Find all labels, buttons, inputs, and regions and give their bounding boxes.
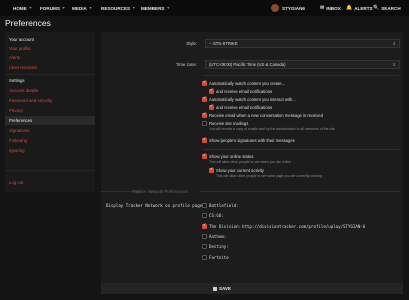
anthem-checkbox[interactable]: [202, 234, 207, 239]
account-sidebar: Your account Your profile Alerts Likes r…: [5, 32, 95, 192]
nav-forums-label: FORUMS: [40, 5, 60, 11]
timezone-select-value: (UTC-08:00) Pacific Time (US & Canada): [209, 62, 286, 67]
nav-media[interactable]: MEDIA ▼: [72, 0, 92, 16]
timezone-label: Time zone:: [175, 62, 197, 67]
conversation-email-checkbox[interactable]: [202, 111, 207, 118]
current-activity-hint: This will allow other people to see what…: [216, 174, 323, 178]
site-mailings-label: Receive site mailings: [209, 121, 249, 126]
watch-interacted-checkbox[interactable]: [202, 95, 207, 102]
sidebar-heading-your-account: Your account: [9, 37, 34, 42]
divider: [200, 191, 400, 192]
watch-interacted-email-label: and receive email notifications: [216, 105, 273, 110]
watch-created-label: Automatically watch content you create..…: [209, 81, 286, 86]
nav-resources[interactable]: RESOURCES ▼: [101, 0, 136, 16]
tracker-display-label: Display Tracker Network on profile page:: [106, 203, 205, 208]
nav-alerts-label: ALERTS: [354, 5, 373, 11]
show-signatures-label: Show people's signatures with their mess…: [209, 138, 295, 143]
user-menu[interactable]: STYGIAN6: [271, 0, 305, 16]
save-button-label: SAVE: [219, 286, 231, 291]
csgo-label: CS:GO:: [209, 213, 224, 218]
sidebar-item-account-details[interactable]: Account details: [5, 86, 95, 95]
fortnite-checkbox[interactable]: [202, 255, 207, 260]
nav-search-label: SEARCH: [381, 5, 401, 11]
chevron-down-icon: ▼: [132, 6, 136, 10]
nav-home-label: HOME: [13, 5, 27, 11]
division-label: The Division:: [209, 224, 242, 229]
sidebar-divider: [5, 74, 95, 75]
sidebar-item-your-profile[interactable]: Your profile: [5, 44, 95, 53]
chevron-down-icon: ▼: [61, 6, 66, 10]
watch-interacted-label: Automatically watch content you interact…: [209, 97, 296, 102]
style-label: Style:: [186, 41, 197, 46]
sidebar-item-alerts[interactable]: Alerts: [5, 53, 95, 62]
tracker-section-title: Tracker Network Preferences: [132, 189, 188, 194]
style-select-value: -- STS-STRIKE: [209, 41, 238, 46]
sidebar-item-ignoring[interactable]: Ignoring: [5, 146, 95, 155]
nav-inbox-label: INBOX: [326, 5, 341, 11]
form-footer: [101, 283, 403, 294]
division-checkbox[interactable]: [202, 222, 207, 229]
destiny-label: Destiny:: [209, 244, 229, 249]
chevron-down-icon: ▼: [28, 6, 33, 10]
division-profile-url[interactable]: http://divisiontracker.com/profile/uplay…: [242, 224, 365, 229]
save-icon: [213, 286, 217, 291]
divider: [203, 75, 399, 76]
nav-search[interactable]: 🔍 SEARCH: [373, 0, 401, 16]
online-status-label: Show your online status: [209, 154, 254, 159]
battlefield-checkbox[interactable]: [202, 203, 207, 208]
sidebar-item-preferences[interactable]: Preferences: [5, 116, 95, 125]
nav-members-label: MEMBERS: [141, 5, 165, 11]
chevron-down-icon: ▼: [88, 6, 93, 10]
bell-icon: 🔔: [346, 5, 353, 11]
watch-created-email-label: and receive email notifications: [216, 89, 273, 94]
watch-interacted-email-checkbox[interactable]: [209, 103, 214, 110]
current-activity-label: Show your current activity: [216, 168, 264, 173]
nav-media-label: MEDIA: [72, 5, 87, 11]
timezone-select[interactable]: (UTC-08:00) Pacific Time (US & Canada) ⇕: [205, 60, 400, 69]
csgo-checkbox[interactable]: [202, 213, 207, 218]
sidebar-item-likes-received[interactable]: Likes received: [5, 63, 95, 72]
fortnite-label: Fortnite: [209, 255, 229, 260]
sidebar-item-following[interactable]: Following: [5, 136, 95, 145]
nav-home[interactable]: HOME ▼: [13, 0, 32, 16]
current-activity-checkbox[interactable]: [209, 166, 214, 173]
user-name: STYGIAN6: [282, 5, 305, 11]
search-icon: 🔍: [373, 5, 380, 11]
online-status-hint: This will allow other people to see when…: [209, 160, 292, 164]
destiny-checkbox[interactable]: [202, 244, 207, 249]
save-button[interactable]: SAVE: [213, 286, 231, 291]
nav-inbox[interactable]: ✉ INBOX: [320, 0, 341, 16]
site-mailings-checkbox[interactable]: [202, 121, 207, 126]
sidebar-item-password-security[interactable]: Password and security: [5, 96, 95, 105]
anthem-label: Anthem:: [209, 234, 227, 239]
top-navigation: HOME ▼ FORUMS ▼ MEDIA ▼ RESOURCES ▼ MEMBERS ▼…: [0, 0, 409, 16]
watch-created-email-checkbox[interactable]: [209, 87, 214, 94]
chevron-up-down-icon: ⇕: [392, 41, 396, 46]
site-mailings-hint: You will receive a copy of emails sent b…: [209, 127, 336, 131]
inbox-icon: ✉: [320, 5, 325, 11]
conversation-email-label: Receive email when a new conversation me…: [209, 113, 324, 118]
nav-forums[interactable]: FORUMS ▼: [40, 0, 65, 16]
sidebar-heading-settings: Settings: [9, 78, 25, 83]
page-title: Preferences: [5, 18, 51, 28]
nav-resources-label: RESOURCES: [101, 5, 131, 11]
sidebar-item-privacy[interactable]: Privacy: [5, 106, 95, 115]
battlefield-label: Battlefield:: [209, 203, 239, 208]
sidebar-divider: [5, 170, 95, 171]
style-select[interactable]: -- STS-STRIKE ⇕: [205, 39, 400, 48]
chevron-down-icon: ▼: [166, 6, 170, 10]
chevron-up-down-icon: ⇕: [392, 62, 396, 67]
nav-members[interactable]: MEMBERS ▼: [141, 0, 170, 16]
online-status-checkbox[interactable]: [202, 152, 207, 159]
watch-created-checkbox[interactable]: [202, 79, 207, 86]
nav-alerts[interactable]: 🔔 ALERTS: [346, 0, 373, 16]
sidebar-item-signatures[interactable]: Signatures: [5, 126, 95, 135]
sidebar-item-log-out[interactable]: Log out: [5, 178, 95, 187]
avatar: [271, 4, 279, 12]
divider: [203, 149, 399, 150]
show-signatures-checkbox[interactable]: [202, 136, 207, 143]
